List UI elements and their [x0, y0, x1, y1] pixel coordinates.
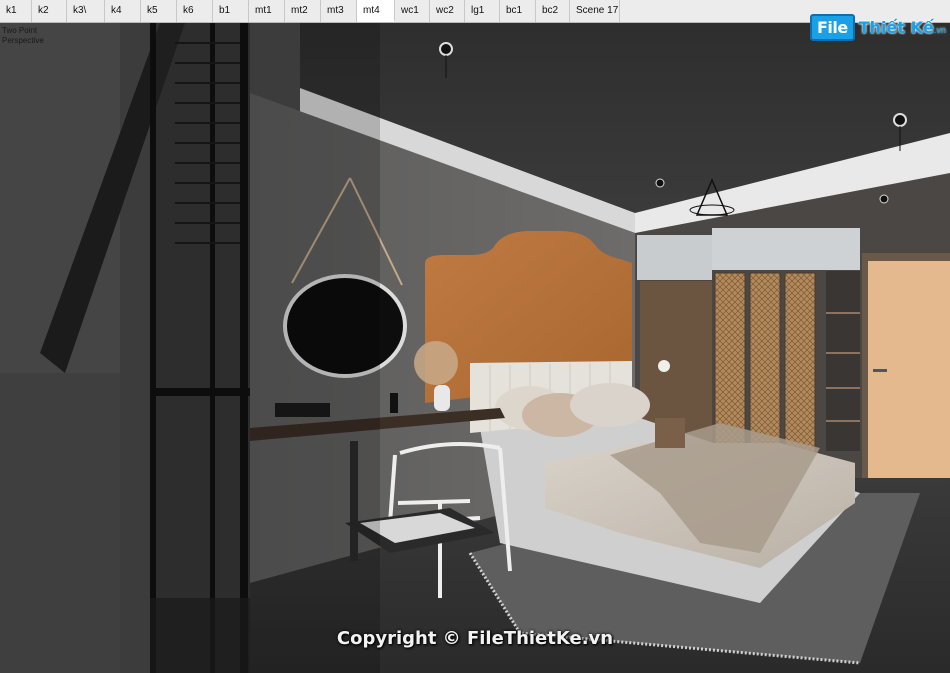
copyright-watermark: Copyright © FileThietKe.vn: [336, 628, 614, 649]
scene-tab-k3[interactable]: k3\: [67, 0, 105, 22]
scene-tab-lg1[interactable]: lg1: [465, 0, 500, 22]
scene-tab-bc1[interactable]: bc1: [500, 0, 536, 22]
scene-tab-mt1[interactable]: mt1: [249, 0, 285, 22]
desk-bottle: [390, 393, 398, 413]
ceiling-downlight-3: [655, 178, 665, 188]
scene-tab-b1[interactable]: b1: [213, 0, 249, 22]
camera-mode-label: Two Point Perspective: [2, 26, 44, 46]
scene-tab-k2[interactable]: k2: [32, 0, 67, 22]
camera-mode-line1: Two Point: [2, 26, 38, 35]
nightstand: [655, 418, 685, 448]
scene-tab-k1[interactable]: k1: [0, 0, 32, 22]
logo-mark: File: [810, 13, 855, 41]
shadow-overlay: [0, 23, 380, 673]
door-handle: [873, 369, 887, 372]
open-shelf: [826, 271, 860, 451]
wardrobe-door-3: [784, 272, 816, 464]
wall-sconce: [658, 360, 670, 372]
scene-tab-wc1[interactable]: wc1: [395, 0, 430, 22]
logo-text: Thiết Kế: [858, 17, 934, 37]
scene-tab-k4[interactable]: k4: [105, 0, 141, 22]
scene-tab-scene17[interactable]: Scene 17: [570, 0, 620, 22]
scene-tab-mt2[interactable]: mt2: [285, 0, 321, 22]
ceiling-downlight-4: [879, 194, 889, 204]
vase: [434, 385, 450, 411]
scene-tab-k6[interactable]: k6: [177, 0, 213, 22]
3d-viewport[interactable]: [0, 23, 950, 673]
scene-tab-k5[interactable]: k5: [141, 0, 177, 22]
scene-tab-mt3[interactable]: mt3: [321, 0, 357, 22]
wardrobe-top-right: [712, 228, 860, 270]
scene-tab-bc2[interactable]: bc2: [536, 0, 570, 22]
wardrobe-top-left: [637, 235, 712, 280]
bedroom-render: [0, 23, 950, 673]
scene-tab-wc2[interactable]: wc2: [430, 0, 465, 22]
logo-tld: .vn: [933, 25, 946, 35]
brand-logo: File Thiết Kế .vn: [810, 12, 946, 42]
camera-mode-line2: Perspective: [2, 36, 44, 45]
pillow-right: [570, 383, 650, 427]
scene-tab-bar: k1 k2 k3\ k4 k5 k6 b1 mt1 mt2 mt3 mt4 wc…: [0, 0, 950, 23]
ceiling-downlight-2: [893, 113, 907, 127]
dried-flowers: [414, 341, 458, 385]
ceiling-downlight-1: [439, 42, 453, 56]
scene-tab-mt4[interactable]: mt4: [357, 0, 395, 22]
